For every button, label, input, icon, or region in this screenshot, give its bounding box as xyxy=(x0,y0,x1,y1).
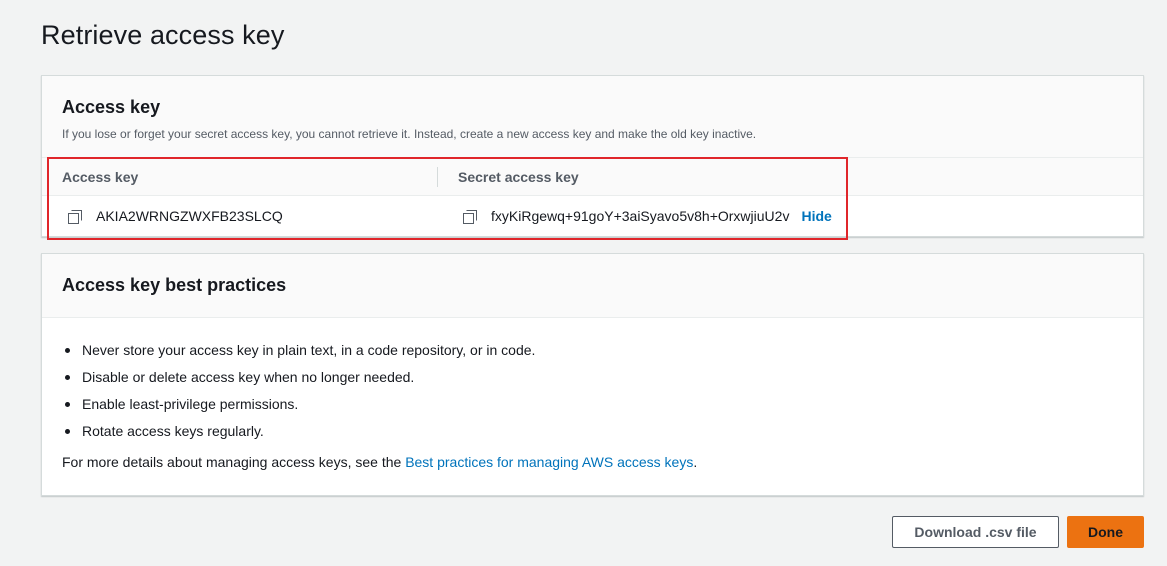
best-practices-panel: Access key best practices Never store yo… xyxy=(41,253,1144,496)
download-csv-button[interactable]: Download .csv file xyxy=(892,516,1059,548)
column-header-secret-access-key: Secret access key xyxy=(458,169,579,185)
hide-secret-button[interactable]: Hide xyxy=(801,208,831,224)
column-divider xyxy=(437,167,438,187)
list-item: Enable least-privilege permissions. xyxy=(62,396,1123,423)
table-row: AKIA2WRNGZWXFB23SLCQ fxyKiRgewq+91goY+3a… xyxy=(42,196,1143,237)
done-button[interactable]: Done xyxy=(1067,516,1144,548)
best-practices-link[interactable]: Best practices for managing AWS access k… xyxy=(405,454,693,470)
more-details-text: For more details about managing access k… xyxy=(62,454,1123,470)
access-key-value: AKIA2WRNGZWXFB23SLCQ xyxy=(96,208,283,224)
best-practices-heading: Access key best practices xyxy=(62,275,287,295)
best-practices-list: Never store your access key in plain tex… xyxy=(62,342,1123,450)
key-table-header: Access key Secret access key xyxy=(42,158,1143,196)
list-item: Rotate access keys regularly. xyxy=(62,423,1123,450)
column-header-access-key: Access key xyxy=(62,169,139,185)
access-key-panel: Access key If you lose or forget your se… xyxy=(41,75,1144,237)
access-key-cell: AKIA2WRNGZWXFB23SLCQ xyxy=(68,208,283,224)
secret-access-key-value: fxyKiRgewq+91goY+3aiSyavo5v8h+OrxwjiuU2v xyxy=(491,208,790,224)
access-key-heading: Access key xyxy=(62,97,161,117)
best-practices-body: Never store your access key in plain tex… xyxy=(42,318,1143,470)
best-practices-header: Access key best practices xyxy=(42,254,1143,318)
more-details-prefix: For more details about managing access k… xyxy=(62,454,406,470)
access-key-description: If you lose or forget your secret access… xyxy=(62,127,757,141)
list-item: Disable or delete access key when no lon… xyxy=(62,369,1123,396)
more-details-suffix: . xyxy=(693,454,698,470)
copy-icon[interactable] xyxy=(463,209,477,224)
access-key-panel-header: Access key If you lose or forget your se… xyxy=(42,76,1143,158)
copy-icon[interactable] xyxy=(68,209,82,224)
list-item: Never store your access key in plain tex… xyxy=(62,342,1123,369)
secret-key-cell: fxyKiRgewq+91goY+3aiSyavo5v8h+OrxwjiuU2v… xyxy=(463,208,832,224)
page-title: Retrieve access key xyxy=(41,20,285,50)
